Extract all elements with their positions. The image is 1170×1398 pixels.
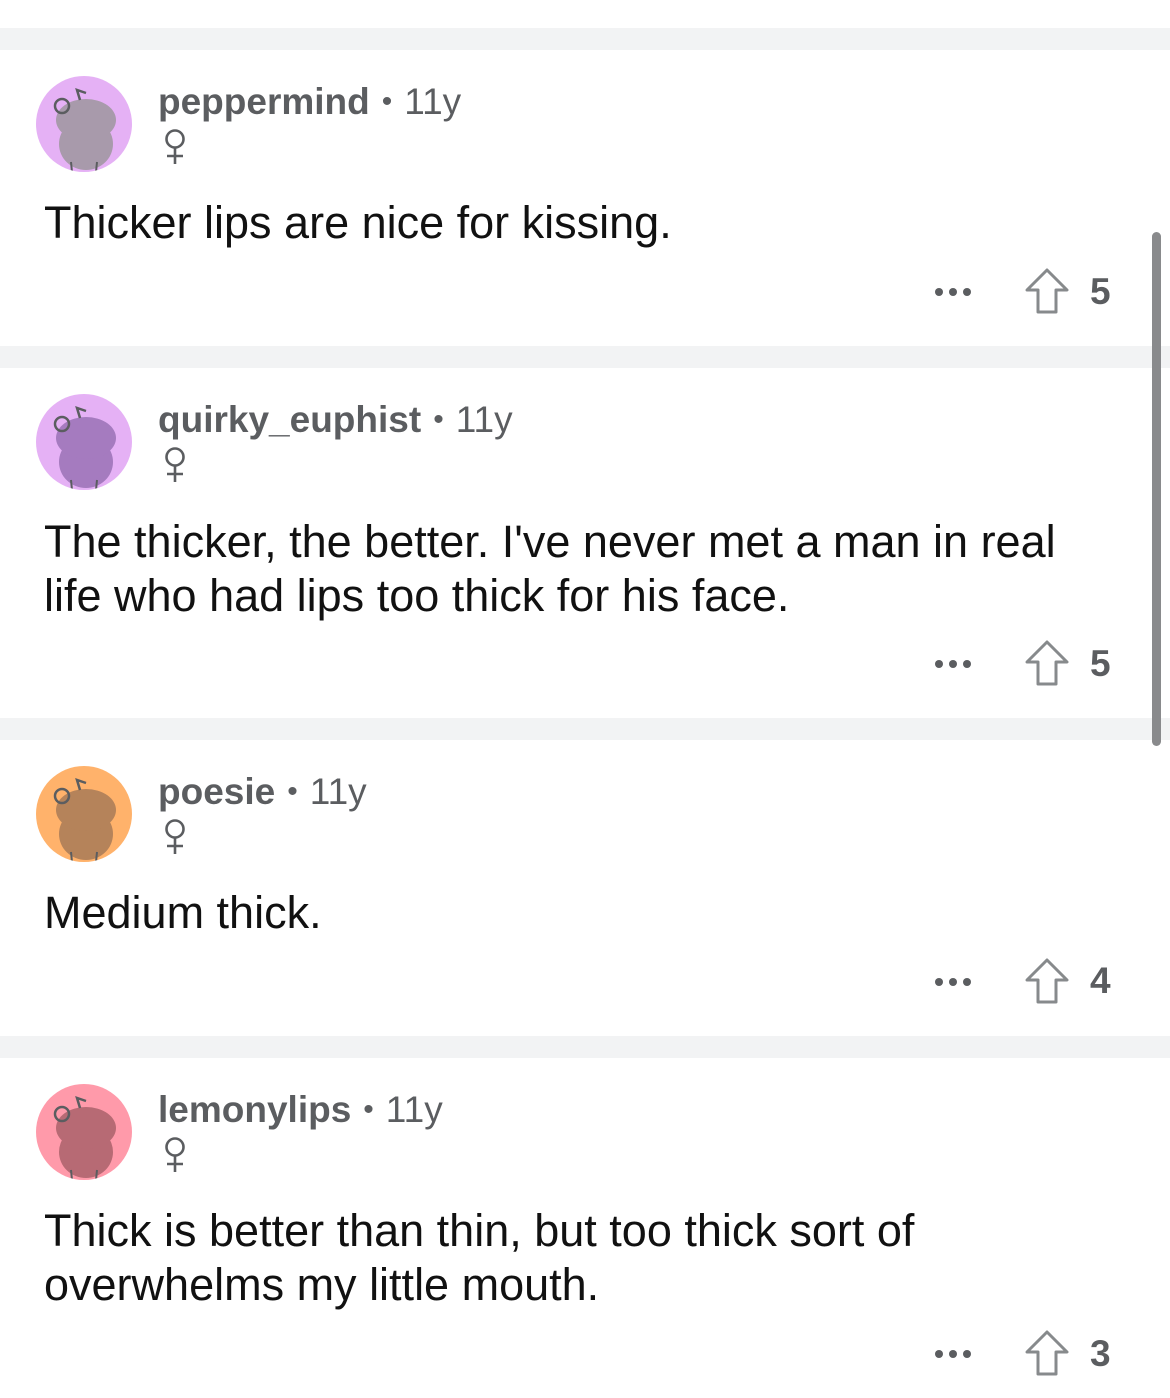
vote-count: 4	[1090, 960, 1111, 1001]
snoo-avatar-icon[interactable]	[36, 1084, 132, 1180]
comment-meta: peppermind • 11y	[158, 80, 461, 124]
comment-age: 11y	[309, 771, 367, 812]
female-symbol-icon	[165, 129, 185, 164]
vote-count: 5	[1090, 643, 1111, 684]
comment-meta: poesie • 11y	[158, 770, 367, 814]
female-symbol-icon	[165, 819, 185, 854]
comment-meta: lemonylips • 11y	[158, 1088, 443, 1132]
comment-divider	[0, 718, 1170, 740]
more-options-icon[interactable]	[928, 277, 978, 307]
comment-divider	[0, 28, 1170, 50]
comment-body: Thicker lips are nice for kissing.	[44, 197, 672, 248]
comment-divider	[0, 346, 1170, 368]
username[interactable]: poesie	[158, 771, 275, 813]
meta-separator: •	[363, 1093, 374, 1126]
username[interactable]: quirky_euphist	[158, 399, 421, 441]
female-symbol-icon	[165, 1137, 185, 1172]
meta-separator: •	[381, 85, 393, 118]
upvote-arrow-icon[interactable]	[1022, 1328, 1072, 1380]
more-options-icon[interactable]	[928, 967, 978, 997]
more-options-icon[interactable]	[928, 649, 978, 679]
comment-age: 11y	[455, 399, 513, 440]
comment-body: Thick is better than thin, but too thick…	[44, 1205, 915, 1310]
comment-divider	[0, 1036, 1170, 1058]
username[interactable]: lemonylips	[158, 1089, 351, 1131]
snoo-avatar-icon[interactable]	[36, 76, 132, 172]
snoo-avatar-icon[interactable]	[36, 394, 132, 490]
vote-count: 3	[1090, 1333, 1111, 1374]
more-options-icon[interactable]	[928, 1339, 978, 1369]
comment-meta: quirky_euphist • 11y	[158, 398, 513, 442]
comment-age: 11y	[385, 1089, 443, 1130]
comment-body: Medium thick.	[44, 887, 322, 938]
username[interactable]: peppermind	[158, 81, 370, 123]
upvote-arrow-icon[interactable]	[1022, 266, 1072, 318]
scrollbar-thumb[interactable]	[1152, 232, 1161, 746]
vote-count: 5	[1090, 271, 1111, 312]
snoo-avatar-icon[interactable]	[36, 766, 132, 862]
upvote-arrow-icon[interactable]	[1022, 956, 1072, 1008]
female-symbol-icon	[165, 447, 185, 482]
comment-age: 11y	[404, 81, 462, 122]
meta-separator: •	[433, 403, 444, 436]
comment-body: The thicker, the better. I've never met …	[44, 516, 1056, 621]
meta-separator: •	[287, 775, 298, 808]
upvote-arrow-icon[interactable]	[1022, 638, 1072, 690]
